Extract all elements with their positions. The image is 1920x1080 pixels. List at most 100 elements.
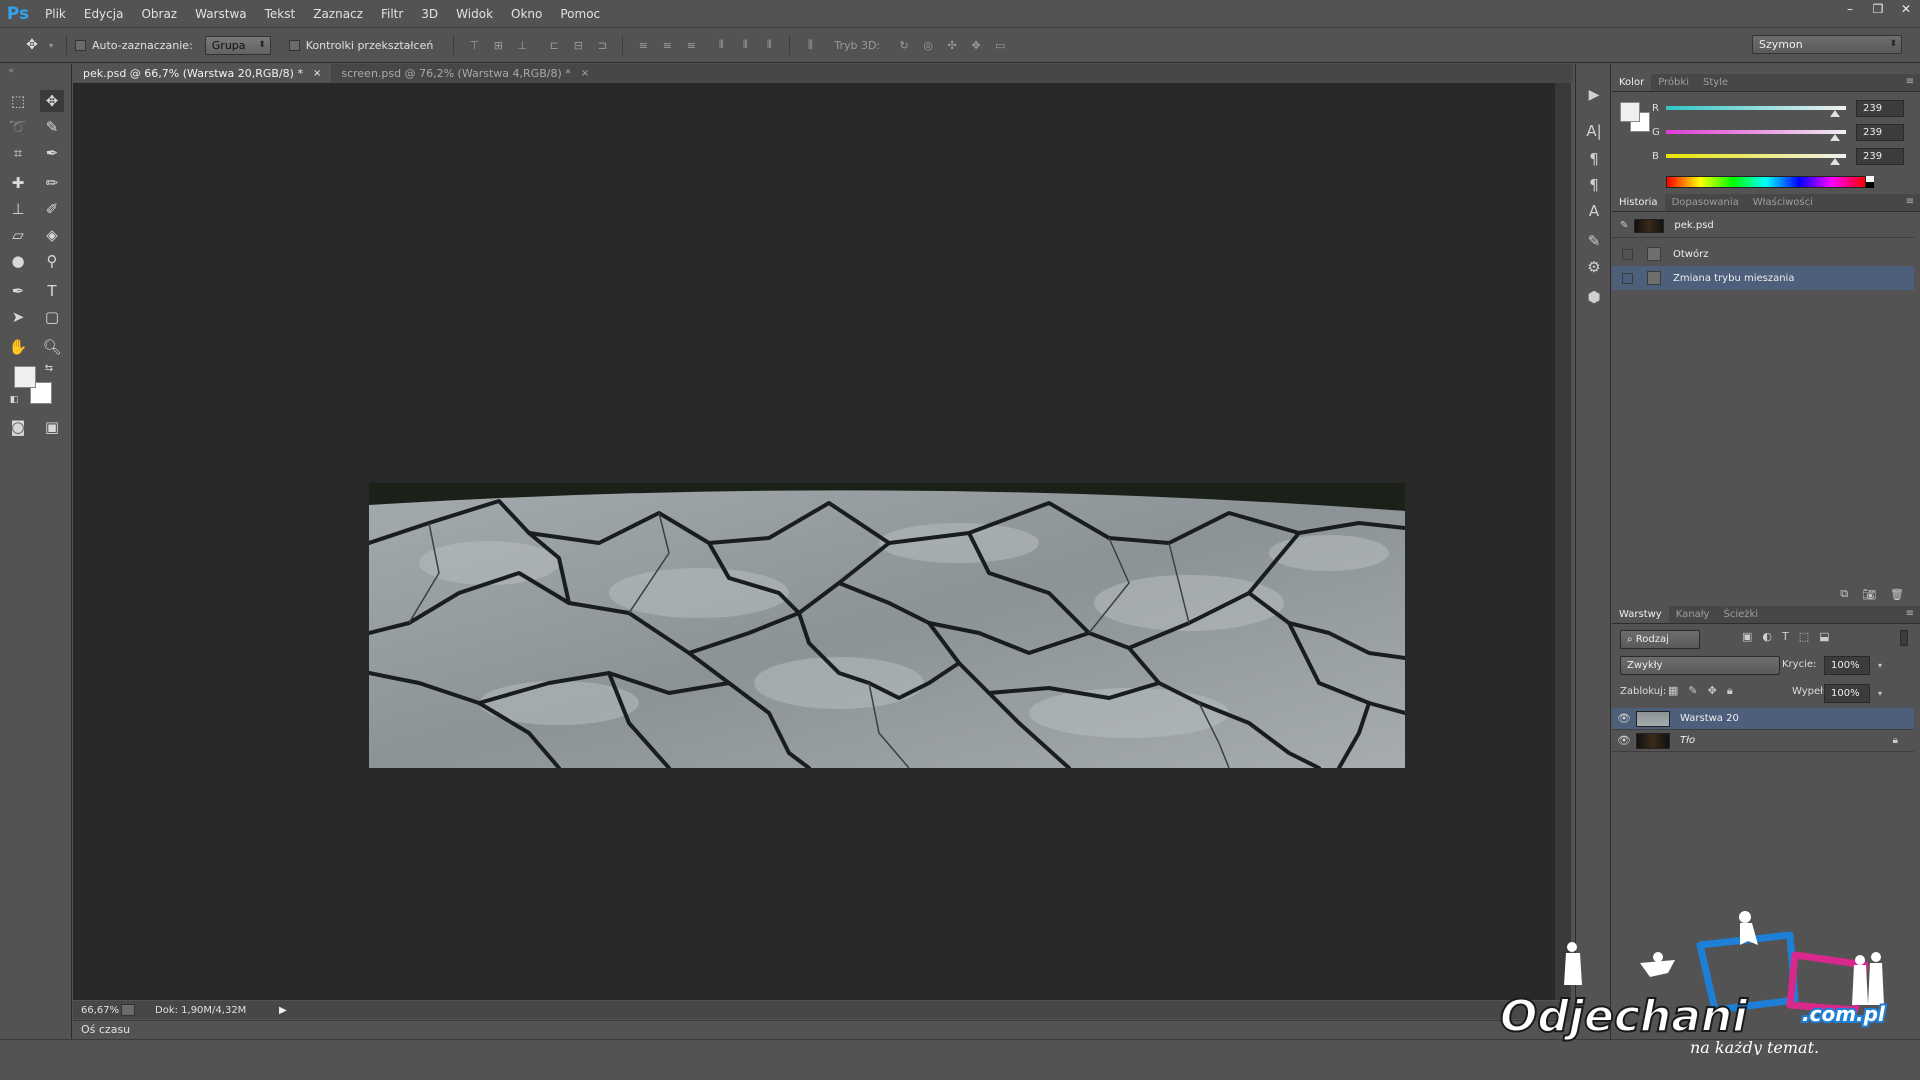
- panel-menu-icon[interactable]: ≡: [1906, 608, 1914, 619]
- visibility-eye-icon[interactable]: 👁︎: [1612, 712, 1636, 725]
- clone-stamp-tool-icon[interactable]: ⊥: [6, 198, 30, 220]
- align-left-icon[interactable]: ⊏: [545, 36, 563, 54]
- layer-name[interactable]: Tło: [1680, 735, 1695, 746]
- slider-thumb-b[interactable]: [1829, 158, 1840, 165]
- move-tool-icon[interactable]: ✥: [40, 90, 64, 112]
- paragraph-icon[interactable]: ¶: [1582, 148, 1606, 170]
- lock-all-icon[interactable]: 🔒︎: [1727, 684, 1733, 698]
- timeline-panel-tab[interactable]: Oś czasu: [73, 1020, 1571, 1038]
- tab-style[interactable]: Style: [1696, 74, 1735, 91]
- channel-value-r[interactable]: 239: [1856, 99, 1904, 117]
- quick-mask-icon[interactable]: ◙: [6, 416, 30, 438]
- type-tool-icon[interactable]: T: [40, 280, 64, 302]
- distribute-top-icon[interactable]: ≡: [634, 36, 652, 54]
- tool-presets-icon[interactable]: ⚙: [1582, 256, 1606, 278]
- slider-thumb-r[interactable]: [1829, 110, 1840, 117]
- align-hcenter-icon[interactable]: ⊟: [569, 36, 587, 54]
- visibility-eye-icon[interactable]: 👁︎: [1612, 734, 1636, 747]
- filter-smart-object-icon[interactable]: ⬓: [1819, 630, 1829, 643]
- menu-3d[interactable]: 3D: [412, 0, 447, 28]
- slider-track-b[interactable]: [1666, 154, 1846, 165]
- roll-3d-icon[interactable]: ◎: [919, 36, 937, 54]
- tab-pek-psd[interactable]: pek.psd @ 66,7% (Warstwa 20,RGB/8) * ×: [73, 64, 332, 83]
- menu-zaznacz[interactable]: Zaznacz: [304, 0, 372, 28]
- play-actions-icon[interactable]: ▶: [1582, 84, 1606, 106]
- healing-brush-tool-icon[interactable]: ✚: [6, 172, 30, 194]
- layer-row-selected[interactable]: 👁︎ Warstwa 20: [1612, 708, 1914, 730]
- paint-bucket-tool-icon[interactable]: ◈: [40, 224, 64, 246]
- menu-pomoc[interactable]: Pomoc: [551, 0, 609, 28]
- close-tab-icon[interactable]: ×: [313, 64, 321, 83]
- tab-warstwy[interactable]: Warstwy: [1612, 606, 1669, 623]
- screen-mode-icon[interactable]: ▣: [40, 416, 64, 438]
- tab-sciezki[interactable]: Ścieżki: [1716, 606, 1765, 623]
- hand-tool-icon[interactable]: ✋: [6, 336, 30, 358]
- menu-edycja[interactable]: Edycja: [75, 0, 133, 28]
- tab-historia[interactable]: Historia: [1612, 194, 1665, 211]
- character-styles-icon[interactable]: A: [1582, 200, 1606, 222]
- auto-select-dropdown[interactable]: Grupa: [204, 35, 271, 55]
- slider-b[interactable]: B 239: [1652, 146, 1912, 166]
- distribute-vcenter-icon[interactable]: ≡: [658, 36, 676, 54]
- fill-field[interactable]: 100%: [1824, 684, 1870, 703]
- menu-widok[interactable]: Widok: [447, 0, 502, 28]
- canvas-area[interactable]: [73, 83, 1555, 1000]
- brush-tool-icon[interactable]: ✏: [40, 172, 64, 194]
- history-brush-icon[interactable]: ✎: [1620, 220, 1628, 231]
- history-step[interactable]: Otwórz: [1612, 242, 1914, 266]
- auto-align-icon[interactable]: ⫼: [801, 36, 819, 54]
- auto-select-checkbox[interactable]: [75, 39, 86, 51]
- history-step-checkbox[interactable]: [1622, 272, 1633, 284]
- delete-state-icon[interactable]: 🗑︎: [1890, 588, 1904, 601]
- distribute-hcenter-icon[interactable]: ⦀: [736, 36, 754, 54]
- color-foreground-swatch[interactable]: [1620, 102, 1640, 122]
- menu-plik[interactable]: Plik: [36, 0, 75, 28]
- distribute-left-icon[interactable]: ⦀: [712, 36, 730, 54]
- dodge-tool-icon[interactable]: ⚲: [40, 250, 64, 272]
- menu-filtr[interactable]: Filtr: [372, 0, 412, 28]
- workspace-dropdown[interactable]: Szymon: [1752, 35, 1902, 54]
- spectrum-black-swatch[interactable]: [1866, 182, 1874, 188]
- history-brush-tool-icon[interactable]: ✐: [40, 198, 64, 220]
- layer-row[interactable]: 👁︎ Tło 🔒︎: [1612, 730, 1914, 752]
- lasso-tool-icon[interactable]: ➰: [6, 116, 30, 138]
- zoom-level[interactable]: 66,67%: [81, 1005, 121, 1016]
- quick-selection-tool-icon[interactable]: ✎: [40, 116, 64, 138]
- history-step-checkbox[interactable]: [1622, 248, 1633, 260]
- lock-position-icon[interactable]: ✥: [1708, 684, 1717, 698]
- tab-dopasowania[interactable]: Dopasowania: [1665, 194, 1746, 211]
- crop-tool-icon[interactable]: ⌗: [6, 142, 30, 164]
- history-step-selected[interactable]: Zmiana trybu mieszania: [1612, 266, 1914, 290]
- menu-okno[interactable]: Okno: [502, 0, 551, 28]
- default-colors-icon[interactable]: ◧: [8, 394, 20, 406]
- blur-tool-icon[interactable]: ●: [6, 250, 30, 272]
- slider-g[interactable]: G 239: [1652, 122, 1912, 142]
- slide-3d-icon[interactable]: ✥: [967, 36, 985, 54]
- preset-dropdown-icon[interactable]: ▾: [47, 36, 55, 54]
- opacity-field[interactable]: 100%: [1824, 656, 1870, 675]
- align-bottom-icon[interactable]: ⊥: [513, 36, 531, 54]
- distribute-bottom-icon[interactable]: ≡: [682, 36, 700, 54]
- scale-3d-icon[interactable]: ▭: [991, 36, 1009, 54]
- filter-adjustment-icon[interactable]: ◐: [1762, 630, 1772, 643]
- tab-kanaly[interactable]: Kanały: [1669, 606, 1717, 623]
- align-top-icon[interactable]: ⊤: [465, 36, 483, 54]
- zoom-tool-icon[interactable]: 🔍︎: [40, 336, 64, 358]
- blend-mode-dropdown[interactable]: Zwykły: [1620, 656, 1780, 675]
- pen-tool-icon[interactable]: ✒: [6, 280, 30, 302]
- tab-probki[interactable]: Próbki: [1651, 74, 1696, 91]
- layer-name[interactable]: Warstwa 20: [1680, 713, 1739, 724]
- distribute-right-icon[interactable]: ⦀: [760, 36, 778, 54]
- history-snapshot[interactable]: ✎ pek.psd: [1612, 214, 1914, 238]
- menu-warstwa[interactable]: Warstwa: [186, 0, 256, 28]
- status-info-icon[interactable]: [121, 1004, 135, 1016]
- move-tool-preset-icon[interactable]: ✥: [23, 36, 41, 54]
- 3d-panel-icon[interactable]: ⬢: [1582, 286, 1606, 308]
- layer-filter-dropdown[interactable]: ⌕ Rodzaj: [1620, 630, 1700, 649]
- vertical-scrollbar[interactable]: [1555, 83, 1571, 1000]
- slider-track-r[interactable]: [1666, 106, 1846, 117]
- color-spectrum-bar[interactable]: [1666, 176, 1866, 188]
- tab-screen-psd[interactable]: screen.psd @ 76,2% (Warstwa 4,RGB/8) * ×: [331, 64, 599, 83]
- align-vcenter-icon[interactable]: ⊞: [489, 36, 507, 54]
- filter-toggle-switch[interactable]: [1900, 630, 1908, 646]
